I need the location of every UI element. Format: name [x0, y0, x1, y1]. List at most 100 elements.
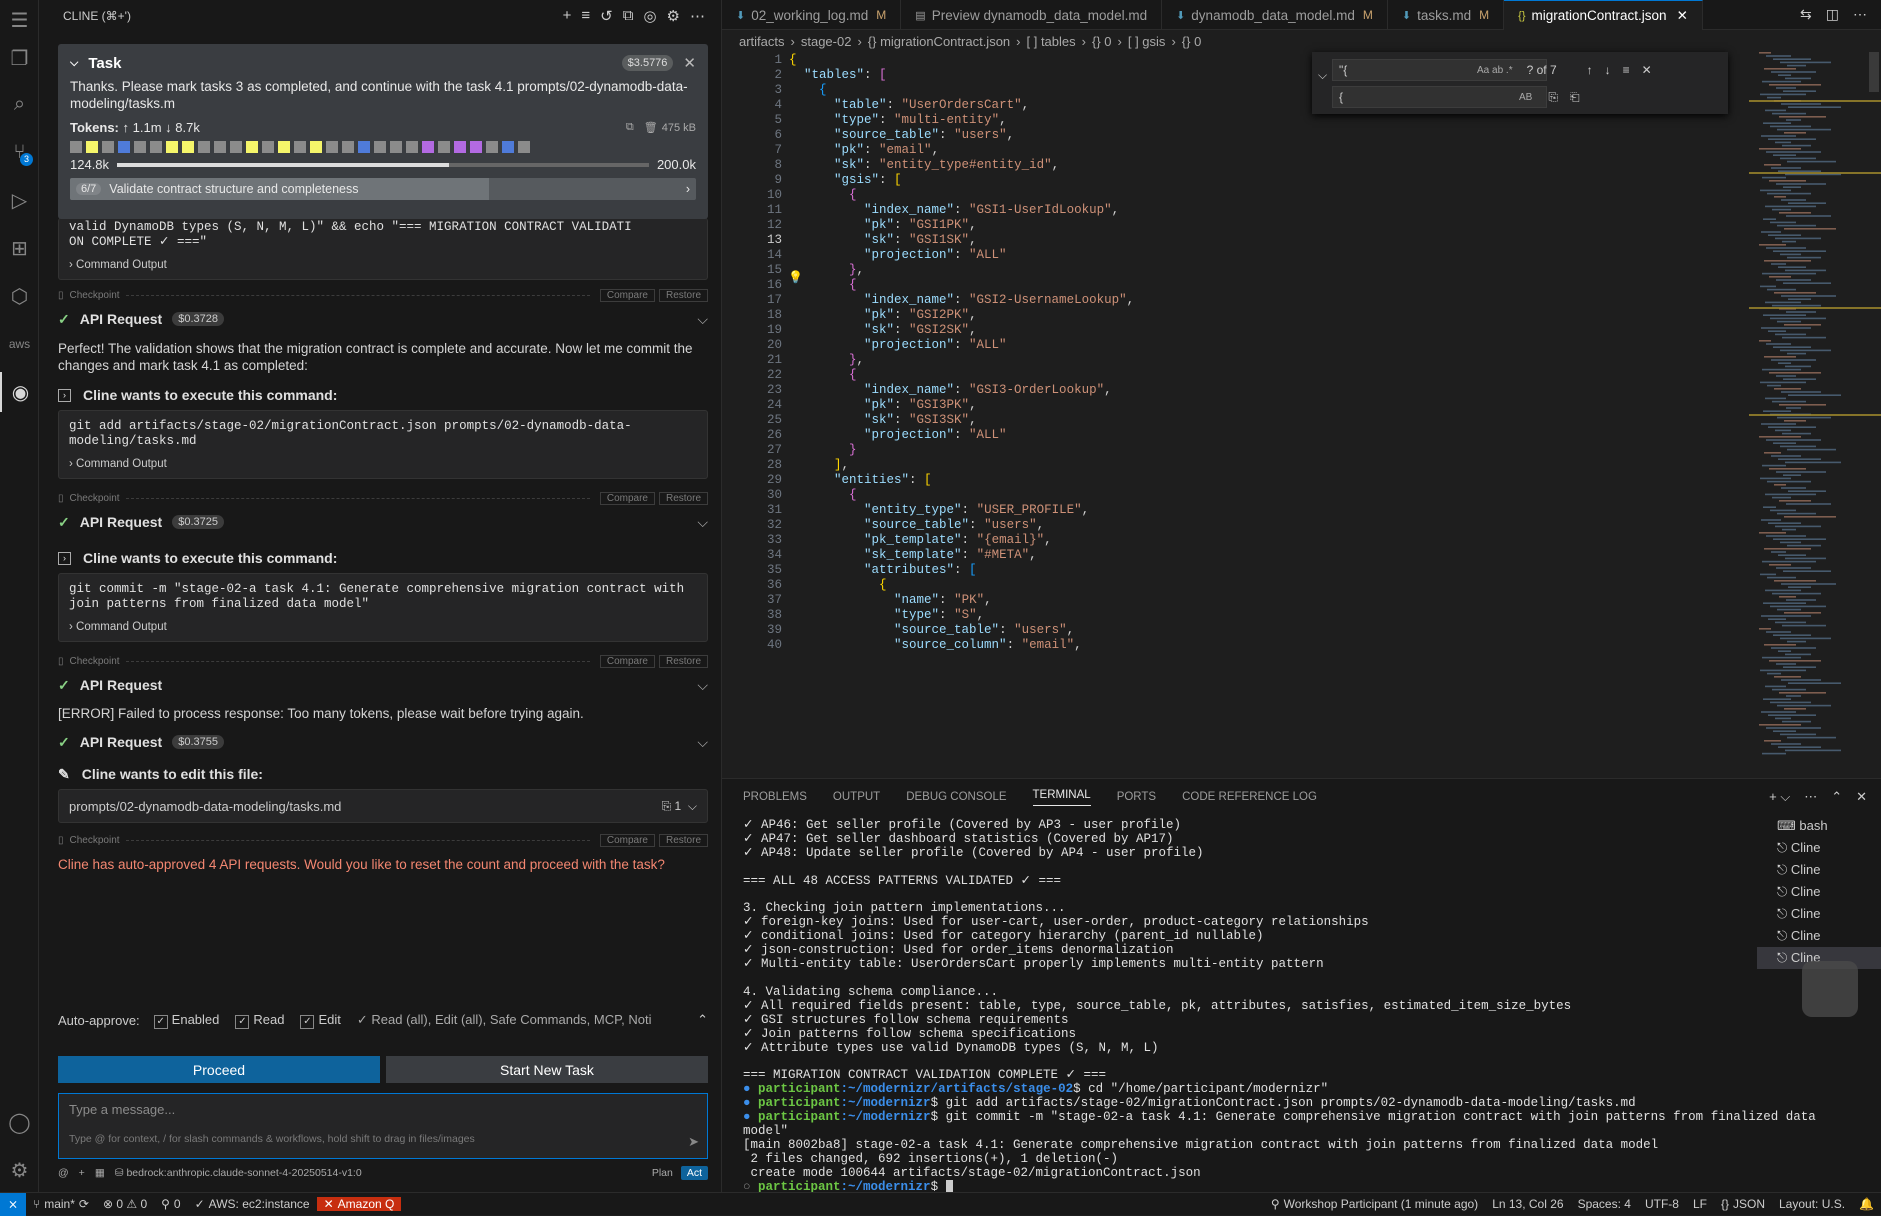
mcp-servers-icon[interactable]: ≡	[581, 7, 590, 25]
terminal-instance[interactable]: ⌨ bash	[1757, 815, 1881, 837]
api-request-row[interactable]: ✓ API Request ⌵	[58, 670, 708, 700]
explorer-icon[interactable]: ❐	[0, 38, 39, 78]
remote-icon[interactable]: ⬡	[0, 276, 39, 316]
restore-button[interactable]: Restore	[658, 833, 708, 847]
terminal-instance[interactable]: ⎋ Cline	[1757, 859, 1881, 881]
terminal-instance[interactable]: ⎋ Cline	[1757, 881, 1881, 903]
close-find-icon[interactable]: ✕	[1642, 63, 1652, 77]
more-icon[interactable]: ⋯	[690, 7, 705, 25]
aws-indicator[interactable]: ✓ AWS: ec2:instance	[188, 1197, 317, 1211]
menu-icon[interactable]: ☰	[0, 0, 39, 40]
maximize-panel-icon[interactable]: ⌃	[1831, 789, 1842, 805]
close-panel-icon[interactable]: ✕	[1856, 789, 1867, 805]
aws-icon[interactable]: aws	[0, 324, 39, 364]
replace-all-icon[interactable]: ⎗	[1570, 90, 1580, 105]
popout-icon[interactable]: ⧉	[623, 7, 634, 25]
tab-tasks[interactable]: ⬇ tasks.md M	[1388, 0, 1505, 30]
ports-indicator[interactable]: ⚲ 0	[154, 1197, 187, 1211]
find-options[interactable]: Aa ab .*	[1477, 65, 1513, 76]
chevron-up-icon[interactable]: ⌃	[697, 1012, 708, 1028]
tab-output[interactable]: OUTPUT	[833, 791, 880, 803]
search-icon[interactable]: ⌕	[0, 84, 39, 124]
crumb-item[interactable]: [ ] gsis	[1128, 34, 1166, 49]
proceed-button[interactable]: Proceed	[58, 1056, 380, 1083]
tab-code-reference-log[interactable]: CODE REFERENCE LOG	[1182, 791, 1317, 803]
terminal-instance[interactable]: ⎋ Cline	[1757, 903, 1881, 925]
auto-approve-bar[interactable]: Auto-approve: ✓ Enabled ✓ Read ✓ Edit ✓ Rea…	[58, 1012, 708, 1029]
restore-button[interactable]: Restore	[658, 491, 708, 505]
floating-avatar[interactable]	[1802, 961, 1858, 1017]
tab-ports[interactable]: PORTS	[1117, 791, 1156, 803]
api-request-row[interactable]: ✓ API Request $0.3755 ⌵	[58, 727, 708, 757]
notifications-icon[interactable]: 🔔	[1852, 1197, 1881, 1211]
settings-gear-icon[interactable]: ⚙	[0, 1150, 39, 1190]
tab-problems[interactable]: PROBLEMS	[743, 791, 807, 803]
find-in-selection-icon[interactable]: ≡	[1623, 63, 1630, 77]
add-icon[interactable]: +	[79, 1167, 85, 1179]
run-debug-icon[interactable]: ▷	[0, 180, 39, 220]
indentation[interactable]: Spaces: 4	[1571, 1197, 1638, 1211]
tab-preview[interactable]: ▤ Preview dynamodb_data_model.md	[901, 0, 1163, 30]
model-selector[interactable]: ⛁ bedrock:anthropic.claude-sonnet-4-2025…	[115, 1167, 362, 1179]
problems-indicator[interactable]: ⊗ 0 ⚠ 0	[96, 1197, 154, 1211]
source-control-icon[interactable]: ⑂ 3	[0, 132, 39, 172]
plan-mode-button[interactable]: Plan	[646, 1166, 679, 1180]
tab-working-log[interactable]: ⬇ 02_working_log.md M	[722, 0, 902, 30]
crumb-item[interactable]: [ ] tables	[1027, 34, 1076, 49]
account-icon[interactable]: ◎	[643, 7, 656, 25]
restore-button[interactable]: Restore	[658, 654, 708, 668]
terminal-instance[interactable]: ⎋ Cline	[1757, 837, 1881, 859]
cline-icon[interactable]: ◉	[0, 372, 39, 412]
amazon-q-indicator[interactable]: ✕ Amazon Q	[316, 1197, 402, 1211]
tab-terminal[interactable]: TERMINAL	[1032, 789, 1091, 806]
history-icon[interactable]: ↺	[600, 7, 613, 25]
find-input[interactable]	[1332, 59, 1547, 81]
compare-button[interactable]: Compare	[599, 833, 655, 847]
account-icon[interactable]: ◯	[0, 1102, 39, 1142]
compare-changes-icon[interactable]: ⇆	[1800, 6, 1812, 23]
act-mode-button[interactable]: Act	[680, 1166, 708, 1180]
restore-button[interactable]: Restore	[658, 288, 708, 302]
message-input[interactable]: Type a message... Type @ for context, / …	[58, 1093, 708, 1159]
tab-data-model[interactable]: ⬇ dynamodb_data_model.md M	[1162, 0, 1388, 30]
branch-indicator[interactable]: ⑂ main* ⟳	[26, 1197, 96, 1211]
read-checkbox[interactable]: ✓	[235, 1014, 250, 1029]
api-request-row[interactable]: ✓ API Request $0.3728 ⌵	[58, 304, 708, 334]
task-progress[interactable]: 6/7 Validate contract structure and comp…	[70, 178, 696, 200]
edit-file-row[interactable]: prompts/02-dynamodb-data-modeling/tasks.…	[58, 789, 708, 823]
edit-checkbox[interactable]: ✓	[300, 1014, 315, 1029]
keyboard-layout[interactable]: Layout: U.S.	[1772, 1197, 1852, 1211]
terminal-instance[interactable]: ⎋ Cline	[1757, 925, 1881, 947]
code-editor[interactable]: 1 {2 "tables": [3 {4 "table": "UserOrders…	[722, 52, 1749, 777]
copy-icon[interactable]: ⧉	[626, 121, 634, 134]
compare-button[interactable]: Compare	[599, 491, 655, 505]
replace-icon[interactable]: ⎘	[1548, 90, 1558, 105]
minimap[interactable]	[1749, 52, 1881, 777]
split-editor-icon[interactable]: ◫	[1826, 6, 1839, 23]
tab-debug-console[interactable]: DEBUG CONSOLE	[906, 791, 1006, 803]
encoding[interactable]: UTF-8	[1638, 1197, 1686, 1211]
terminal-output[interactable]: ✓ AP46: Get seller profile (Covered by A…	[743, 818, 1816, 1194]
rules-icon[interactable]: ▦	[95, 1167, 105, 1179]
crumb-item[interactable]: {} 0	[1092, 34, 1112, 49]
send-icon[interactable]: ➤	[688, 1134, 699, 1150]
command-output-toggle[interactable]: › Command Output	[69, 457, 697, 472]
close-tab-icon[interactable]: ✕	[1677, 8, 1688, 24]
enabled-checkbox[interactable]: ✓	[153, 1014, 168, 1029]
mention-icon[interactable]: @	[58, 1167, 69, 1179]
new-terminal-icon[interactable]: + ⌵	[1769, 789, 1790, 805]
command-output-toggle[interactable]: › Command Output	[69, 258, 697, 273]
preserve-case-icon[interactable]: AB	[1519, 92, 1532, 103]
remote-indicator-icon[interactable]: ⨯	[0, 1192, 26, 1216]
command-output-toggle[interactable]: › Command Output	[69, 620, 697, 635]
tab-migration-contract[interactable]: {} migrationContract.json ✕	[1504, 0, 1703, 30]
crumb-item[interactable]: artifacts	[739, 34, 785, 49]
lightbulb-icon[interactable]: 💡	[788, 270, 803, 285]
cursor-position[interactable]: Ln 13, Col 26	[1485, 1197, 1570, 1211]
line-ending[interactable]: LF	[1686, 1197, 1714, 1211]
next-match-icon[interactable]: ↓	[1605, 63, 1611, 77]
crumb-item[interactable]: {} 0	[1182, 34, 1202, 49]
panel-more-icon[interactable]: ⋯	[1804, 789, 1817, 805]
settings-icon[interactable]: ⚙	[667, 7, 680, 25]
previous-match-icon[interactable]: ↑	[1587, 63, 1593, 77]
